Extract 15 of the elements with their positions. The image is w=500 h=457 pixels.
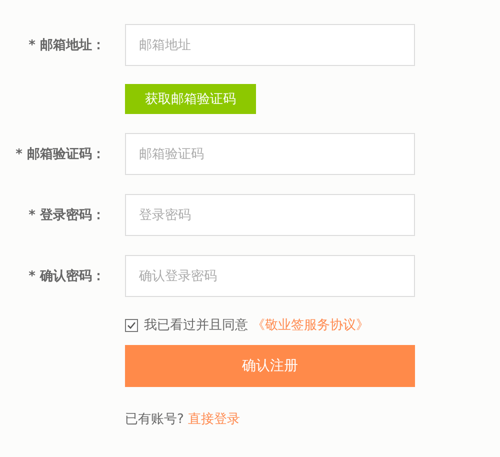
register-button[interactable]: 确认注册: [125, 345, 415, 387]
login-link[interactable]: 直接登录: [188, 410, 240, 428]
agreement-text: 我已看过并且同意: [144, 317, 248, 334]
input-field[interactable]: 确认登录密码: [125, 255, 415, 297]
input-field[interactable]: 邮箱地址: [125, 24, 415, 66]
agreement-link[interactable]: 《敬业签服务协议》: [252, 316, 369, 334]
account-question: 已有账号?: [125, 411, 184, 428]
field-label: * 邮箱验证码：: [14, 146, 105, 163]
checkbox[interactable]: [125, 318, 138, 332]
field-label: * 确认密码：: [28, 268, 105, 285]
get-code-button[interactable]: 获取邮箱验证码: [125, 84, 256, 114]
input-field[interactable]: 登录密码: [125, 194, 415, 236]
input-field[interactable]: 邮箱验证码: [125, 133, 415, 175]
field-label: * 登录密码：: [28, 206, 105, 224]
field-label: * 邮箱地址：: [28, 37, 105, 54]
